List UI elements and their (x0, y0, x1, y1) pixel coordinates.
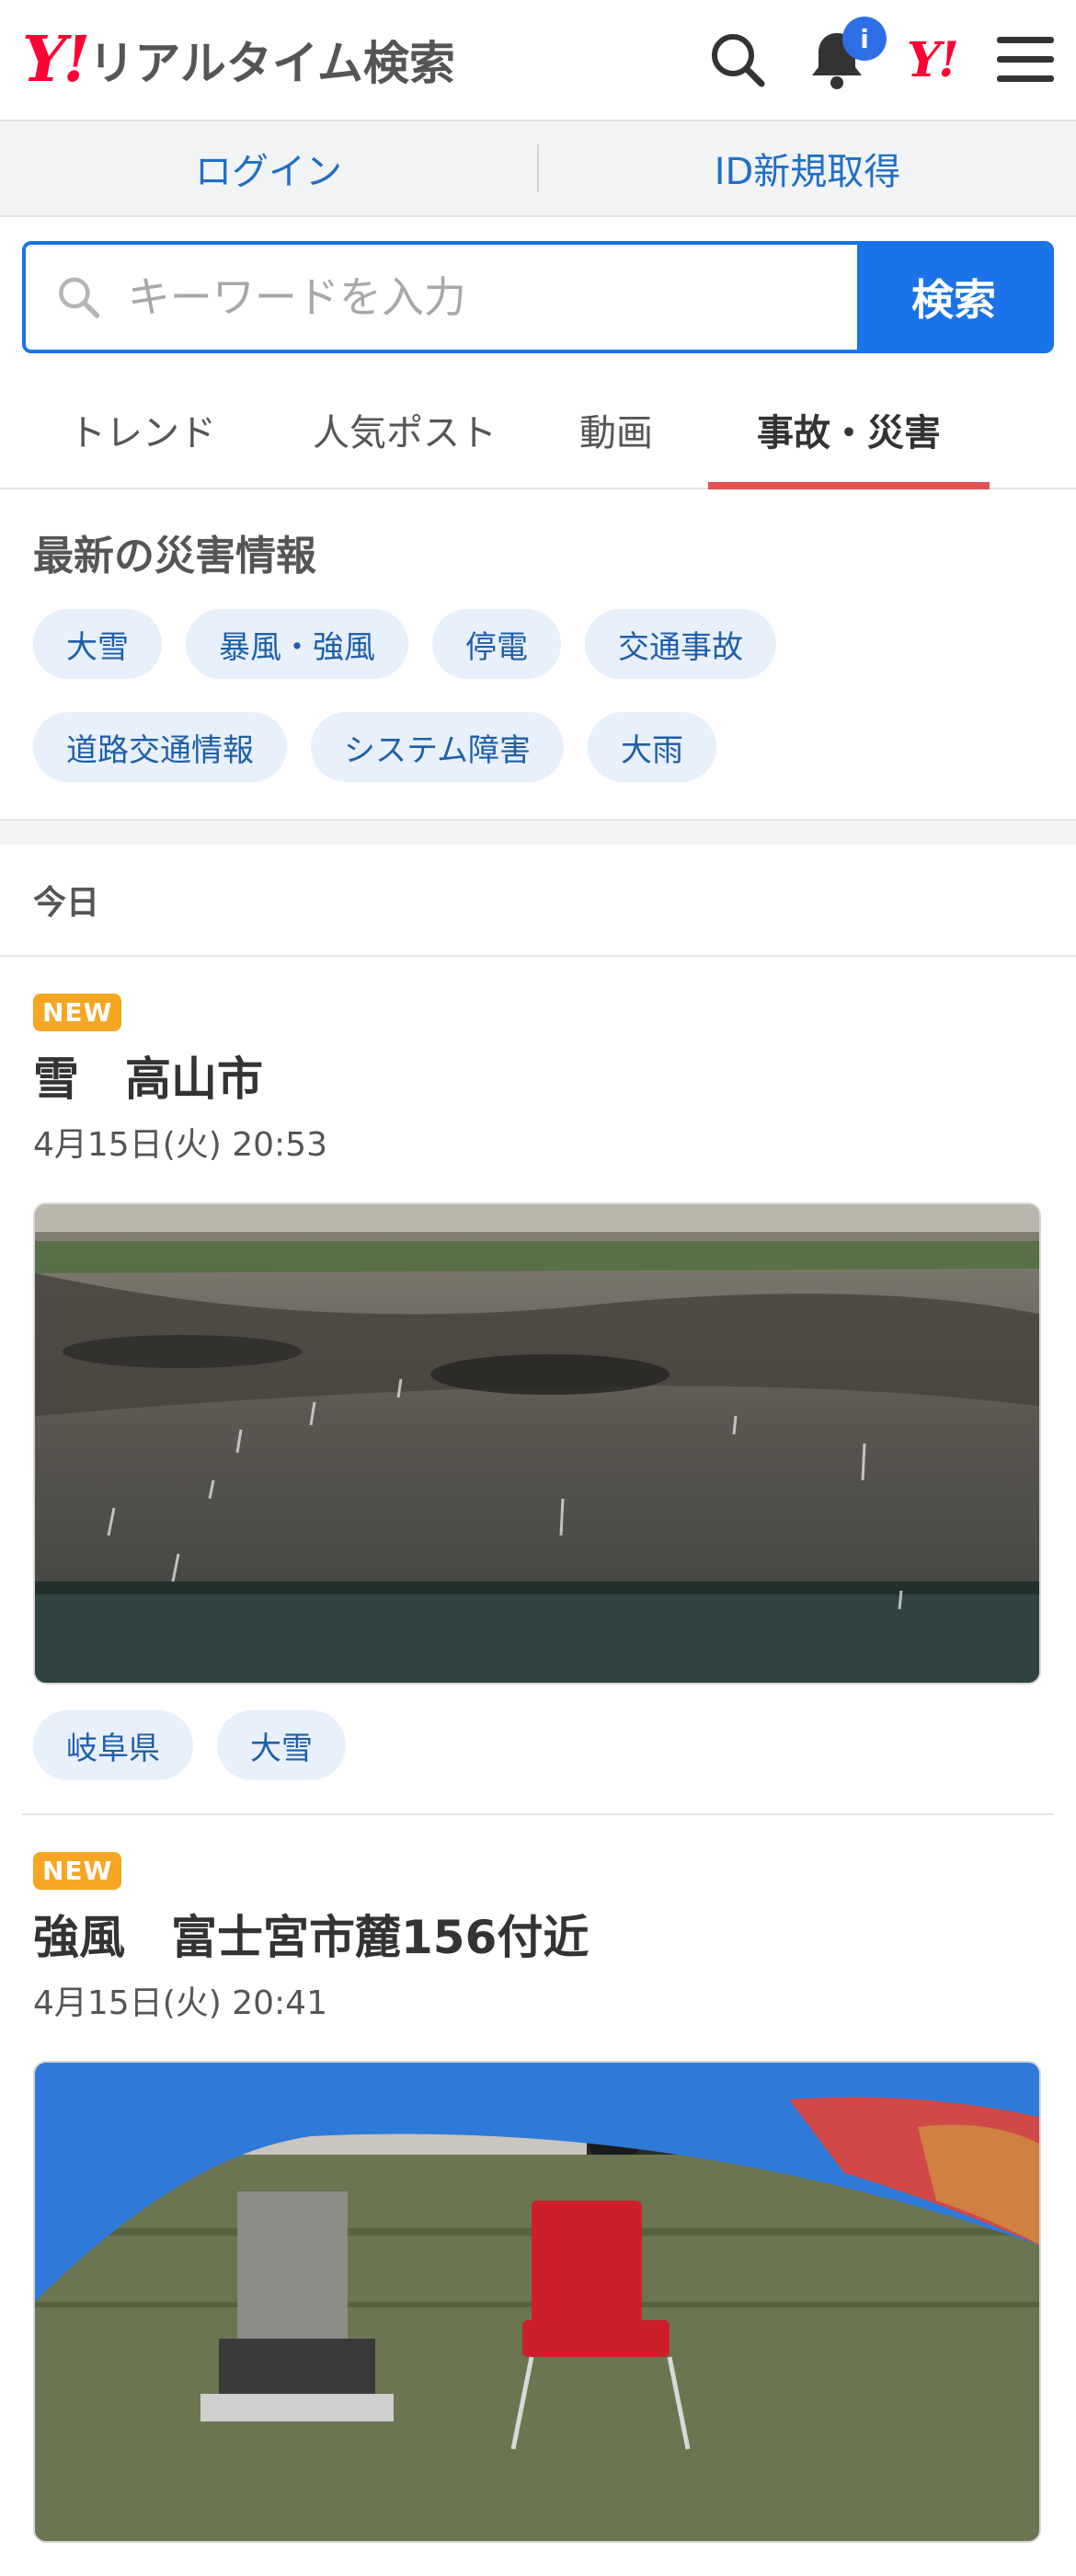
notification-badge: i (842, 17, 887, 61)
feed-article[interactable]: NEW 強風 富士宮市麓156付近 4月15日(火) 20:41 (22, 1813, 1054, 2576)
disaster-info-section: 最新の災害情報 大雪 暴風・強風 停電 交通事故 道路交通情報 システム障害 大… (0, 489, 1076, 819)
chip-system-failure[interactable]: システム障害 (311, 712, 564, 782)
article-timestamp: 4月15日(火) 20:41 (33, 1984, 327, 2022)
tag-gifu[interactable]: 岐阜県 (33, 1710, 193, 1780)
auth-bar: ログイン ID新規取得 (0, 121, 1076, 217)
section-title: 最新の災害情報 (33, 533, 316, 580)
category-tabs: トレンド 人気ポスト 動画 事故・災害 (0, 372, 1076, 489)
yahoo-logo-mark: Y! (22, 23, 90, 97)
search-field (26, 245, 857, 350)
search-row: 検索 (0, 217, 1076, 353)
chip-traffic-accident[interactable]: 交通事故 (585, 609, 776, 679)
chip-road-traffic-info[interactable]: 道路交通情報 (33, 712, 287, 782)
new-badge: NEW (33, 1852, 122, 1890)
new-badge: NEW (33, 994, 122, 1031)
day-label: 今日 (0, 845, 1076, 957)
search-box: 検索 (22, 241, 1054, 353)
article-timestamp: 4月15日(火) 20:53 (33, 1126, 327, 1164)
chip-heavy-rain[interactable]: 大雨 (587, 712, 716, 782)
yahoo-home-icon[interactable]: Y! (907, 32, 959, 88)
article-title: 強風 富士宮市麓156付近 (33, 1911, 590, 1964)
register-link[interactable]: ID新規取得 (539, 142, 1076, 195)
tab-video[interactable]: 動画 (524, 372, 708, 488)
chip-heavy-snow[interactable]: 大雪 (33, 609, 162, 679)
feed-article[interactable]: NEW 雪 高山市 4月15日(火) 20:53 岐阜県 大雪 (0, 957, 1076, 1813)
chip-storm-strong-wind[interactable]: 暴風・強風 (186, 609, 408, 679)
tab-popular-posts[interactable]: 人気ポスト (285, 372, 524, 488)
search-input[interactable] (125, 271, 857, 323)
app-header: Y! リアルタイム検索 i Y! (0, 0, 1076, 121)
login-link[interactable]: ログイン (0, 142, 537, 195)
logo[interactable]: Y! リアルタイム検索 (22, 23, 455, 97)
section-separator (0, 819, 1076, 845)
search-icon (59, 277, 100, 318)
menu-icon[interactable] (997, 35, 1054, 85)
notification-bell-icon[interactable]: i (807, 17, 887, 90)
tab-trend[interactable]: トレンド (0, 372, 285, 488)
search-button[interactable]: 検索 (857, 245, 1050, 350)
article-title: 雪 高山市 (33, 1052, 263, 1106)
disaster-chip-list: 大雪 暴風・強風 停電 交通事故 道路交通情報 システム障害 大雨 (33, 609, 1043, 819)
tag-heavy-snow[interactable]: 大雪 (217, 1710, 346, 1780)
article-video-thumbnail[interactable] (33, 1202, 1041, 1685)
article-tags: 岐阜県 大雪 (33, 1710, 1043, 1780)
header-actions: i Y! (708, 17, 1054, 90)
chip-power-outage[interactable]: 停電 (432, 609, 561, 679)
app-title: リアルタイム検索 (88, 37, 455, 90)
tab-accidents-disasters[interactable]: 事故・災害 (708, 372, 990, 489)
article-video-thumbnail[interactable] (33, 2061, 1041, 2543)
search-icon[interactable] (708, 30, 767, 89)
